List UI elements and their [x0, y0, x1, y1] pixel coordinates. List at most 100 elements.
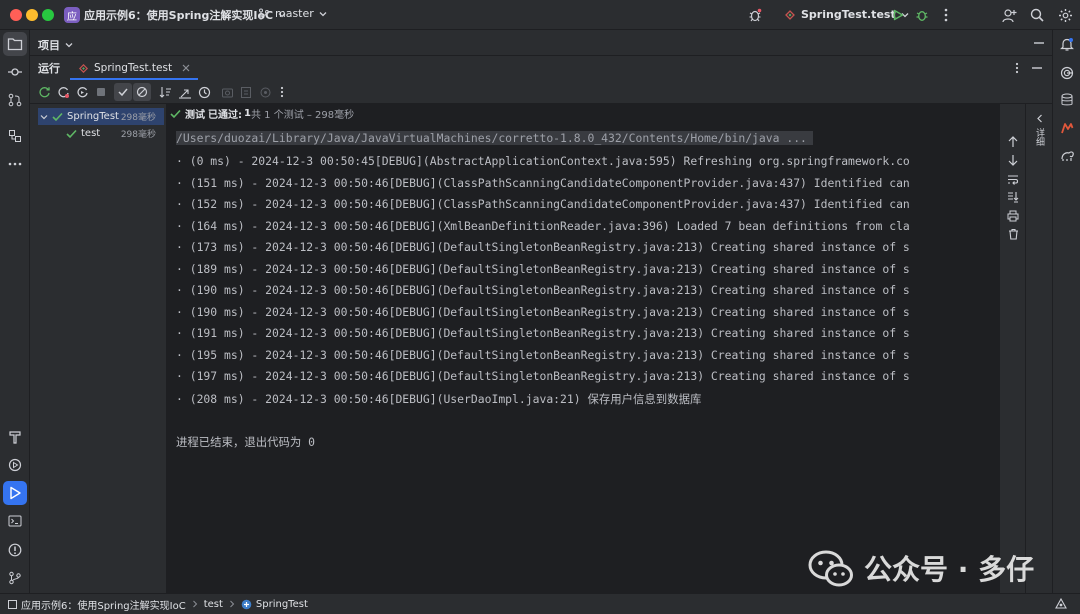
commit-tool-button[interactable]	[3, 60, 27, 84]
git-tool-button[interactable]	[3, 566, 27, 590]
console-line: · (208 ms) - 2024-12-3 00:50:46[DEBUG](U…	[176, 391, 702, 406]
details-panel-collapsed[interactable]: 详细	[1025, 104, 1052, 593]
test-settings-icon[interactable]	[257, 84, 273, 100]
maven-button[interactable]	[1055, 116, 1079, 140]
class-icon	[241, 599, 252, 610]
console-line: · (195 ms) - 2024-12-3 00:50:46[DEBUG](D…	[176, 347, 910, 362]
branch-switcher[interactable]: master	[258, 7, 327, 20]
project-view-selector[interactable]: 项目	[38, 37, 73, 53]
services-tool-button[interactable]	[3, 453, 27, 477]
history-icon[interactable]	[196, 84, 212, 100]
chevron-down-icon	[319, 10, 327, 18]
more-icon	[8, 162, 22, 166]
chevron-down-icon[interactable]	[40, 113, 48, 121]
console-line: · (197 ms) - 2024-12-3 00:50:46[DEBUG](D…	[176, 369, 910, 383]
folder-icon	[7, 37, 23, 51]
pull-request-icon	[8, 93, 22, 107]
tree-row-springtest[interactable]: SpringTest 298毫秒	[38, 108, 164, 125]
project-view-label: 项目	[38, 39, 60, 52]
sort-duration-icon[interactable]	[177, 84, 193, 100]
breadcrumb-project[interactable]: 应用示例6：使用Spring注解实现IoC	[21, 597, 186, 612]
test-status-line: 测试 已通过: 1 共 1 个测试 – 298毫秒	[170, 106, 354, 121]
project-switcher[interactable]: 应用示例6：使用Spring注解实现IoC	[84, 7, 286, 23]
close-tab-icon[interactable]	[182, 64, 190, 72]
services-icon	[8, 458, 22, 472]
ai-assistant-icon	[1060, 66, 1074, 80]
rerun-failed-icon[interactable]	[55, 84, 71, 100]
toggle-auto-test-icon[interactable]	[74, 84, 90, 100]
test-passed-icon	[52, 112, 63, 122]
tab-springtest-test[interactable]: SpringTest.test	[70, 56, 199, 80]
build-tool-button[interactable]	[3, 425, 27, 449]
soft-wrap-icon[interactable]	[1005, 171, 1021, 187]
tree-row-time: 298毫秒	[120, 113, 156, 123]
tree-row-test[interactable]: test 298毫秒	[38, 125, 164, 142]
search-icon[interactable]	[1029, 7, 1045, 23]
project-tool-button[interactable]	[3, 32, 27, 56]
database-icon	[1061, 93, 1073, 107]
export-icon[interactable]	[238, 84, 254, 100]
more-vertical-icon[interactable]	[938, 7, 954, 23]
import-icon[interactable]	[219, 84, 235, 100]
console-output[interactable]: /Users/duozai/Library/Java/JavaVirtualMa…	[167, 128, 999, 593]
run-panel-title: 运行	[38, 62, 60, 75]
run-tool-button[interactable]	[3, 481, 27, 505]
print-icon[interactable]	[1005, 208, 1021, 224]
watermark: 公众号 · 多仔	[808, 548, 1034, 588]
console-line: · (191 ms) - 2024-12-3 00:50:46[DEBUG](D…	[176, 326, 910, 340]
status-bar: 应用示例6：使用Spring注解实现IoC test SpringTest	[0, 593, 1080, 614]
structure-tool-button[interactable]	[3, 124, 27, 148]
terminal-tool-button[interactable]	[3, 509, 27, 533]
console-line: · (190 ms) - 2024-12-3 00:50:46[DEBUG](D…	[176, 283, 910, 297]
sort-alpha-icon[interactable]	[158, 84, 174, 100]
console-line: · (152 ms) - 2024-12-3 00:50:46[DEBUG](C…	[176, 197, 910, 211]
rerun-icon[interactable]	[36, 84, 52, 100]
breadcrumb-class[interactable]: SpringTest	[256, 599, 308, 610]
more-vertical-icon[interactable]	[274, 84, 290, 100]
gradle-button[interactable]	[1055, 144, 1079, 168]
left-tool-rail	[0, 30, 30, 593]
hide-panel-icon[interactable]	[1029, 60, 1045, 76]
console-line: · (151 ms) - 2024-12-3 00:50:46[DEBUG](C…	[176, 175, 910, 190]
show-passed-icon[interactable]	[114, 83, 132, 101]
run-icon[interactable]	[890, 7, 906, 23]
problems-tool-button[interactable]	[3, 538, 27, 562]
project-badge[interactable]: 应	[64, 7, 80, 23]
close-window-button[interactable]	[10, 9, 22, 21]
console-line: · (190 ms) - 2024-12-3 00:50:46[DEBUG](D…	[176, 304, 910, 319]
debug-icon[interactable]	[914, 7, 930, 23]
scroll-up-icon[interactable]	[1005, 134, 1021, 150]
tree-row-label: SpringTest	[67, 111, 119, 122]
notifications-icon	[1060, 37, 1074, 52]
database-button[interactable]	[1055, 88, 1079, 112]
add-user-icon[interactable]	[1001, 7, 1017, 23]
chevron-left-icon[interactable]	[1031, 110, 1047, 126]
debug-bug-icon[interactable]	[747, 7, 763, 23]
test-tree: SpringTest 298毫秒 test 298毫秒	[30, 104, 167, 593]
status-passed-count: 1	[244, 108, 251, 119]
ai-assistant-button[interactable]	[1055, 61, 1079, 85]
notifications-button[interactable]	[1055, 32, 1079, 56]
more-tools-button[interactable]	[3, 152, 27, 176]
hide-panel-icon[interactable]	[1031, 35, 1047, 51]
wechat-logo-icon	[808, 548, 854, 588]
project-name: 应用示例6：使用Spring注解实现IoC	[84, 9, 274, 22]
pull-requests-tool-button[interactable]	[3, 88, 27, 112]
minimize-window-button[interactable]	[26, 9, 38, 21]
stop-icon[interactable]	[93, 84, 109, 100]
breadcrumb-test[interactable]: test	[204, 599, 223, 610]
junit-config-icon	[784, 9, 796, 21]
tree-row-label: test	[81, 128, 101, 139]
show-ignored-icon[interactable]	[133, 83, 151, 101]
clear-icon[interactable]	[1005, 226, 1021, 242]
branch-icon	[258, 8, 270, 20]
scroll-down-icon[interactable]	[1005, 152, 1021, 168]
gradle-icon	[1060, 149, 1075, 163]
problems-icon	[8, 543, 22, 557]
more-vertical-icon[interactable]	[1009, 60, 1025, 76]
gear-icon[interactable]	[1057, 7, 1073, 23]
scroll-to-end-icon[interactable]	[1005, 189, 1021, 205]
ai-status-icon[interactable]	[1055, 598, 1067, 610]
zoom-window-button[interactable]	[42, 9, 54, 21]
status-summary: 共 1 个测试 – 298毫秒	[250, 110, 355, 121]
